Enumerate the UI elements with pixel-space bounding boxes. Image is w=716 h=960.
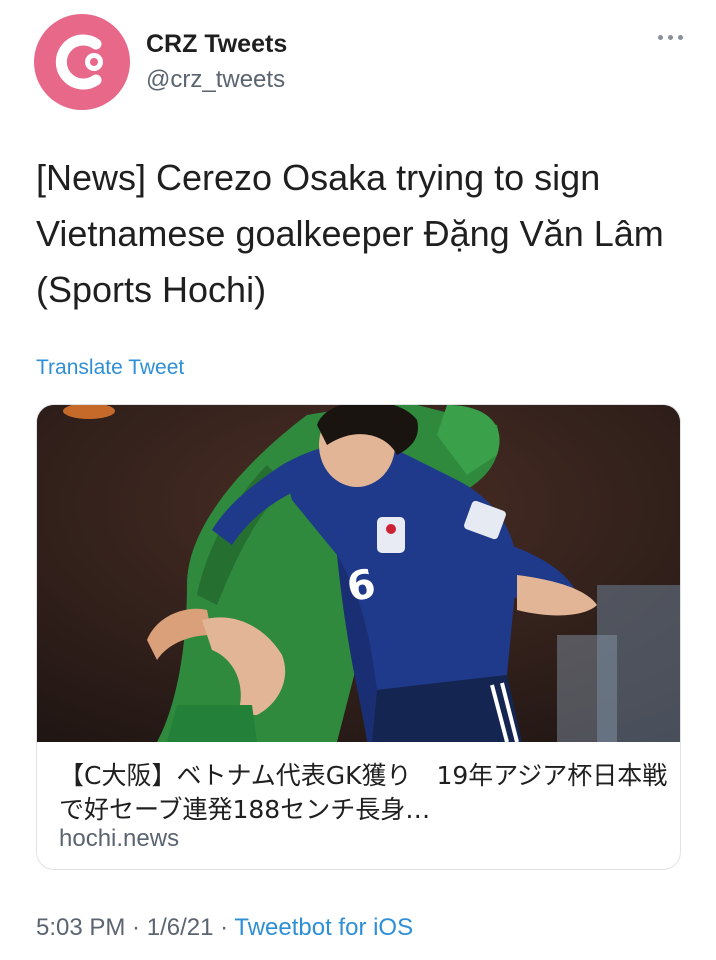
user-handle[interactable]: @crz_tweets [146,66,285,94]
display-name[interactable]: CRZ Tweets [146,30,287,59]
meta-separator: · [125,914,147,941]
link-card[interactable]: 6 【C大阪】ベトナム代表GK獲り 19年アジア杯日本戦で好セーブ連発188セン… [36,404,681,870]
card-image[interactable]: 6 [37,405,680,742]
tweet-time: 5:03 PM [36,914,126,941]
tweet-header: CRZ Tweets @crz_tweets [34,14,686,110]
tweet-source-link[interactable]: Tweetbot for iOS [234,914,413,941]
cerezo-logo-icon [40,20,124,104]
more-dots-icon[interactable] [656,32,686,44]
translate-tweet-link[interactable]: Translate Tweet [36,356,184,380]
tweet-text: [News] Cerezo Osaka trying to sign Vietn… [36,157,664,310]
card-domain: hochi.news [59,825,180,852]
tweet-meta: 5:03 PM · 1/6/21 · Tweetbot for iOS [36,914,413,942]
meta-separator: · [213,914,235,941]
football-photo: 6 [37,405,680,742]
avatar[interactable] [34,14,130,110]
card-title[interactable]: 【C大阪】ベトナム代表GK獲り 19年アジア杯日本戦で好セーブ連発188センチ長… [59,759,669,827]
tweet-date: 1/6/21 [146,914,214,941]
